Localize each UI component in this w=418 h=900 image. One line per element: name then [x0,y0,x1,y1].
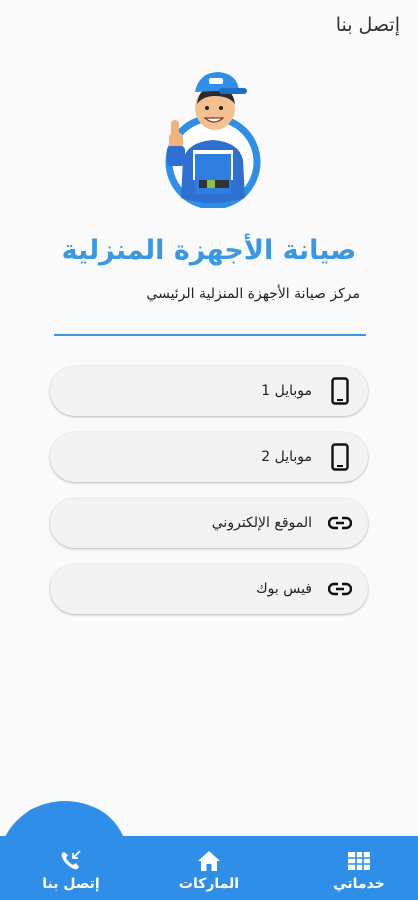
brand-name: صيانة الأجهزة المنزلية [61,235,357,266]
nav-label: خدماتي [333,876,385,892]
contact-label: موبايل 2 [261,449,312,465]
app-bar: إتصل بنا [0,0,418,56]
link-icon [326,509,354,537]
home-icon [197,850,221,872]
mobile-phone-icon [326,377,354,405]
contact-mobile-2[interactable]: موبايل 2 [50,432,368,482]
contact-mobile-1[interactable]: موبايل 1 [50,366,368,416]
technician-logo [159,68,267,210]
mobile-phone-icon [326,443,354,471]
brand-subtitle: مركز صيانة الأجهزة المنزلية الرئيسي [146,286,360,302]
link-icon [326,575,354,603]
divider [54,334,366,336]
contact-label: الموقع الإلكتروني [211,515,312,531]
nav-item-contact[interactable]: إتصل بنا [26,850,116,892]
nav-label: إتصل بنا [42,876,100,892]
phone-call-icon [59,850,83,872]
contact-label: فيس بوك [256,581,312,597]
nav-item-services[interactable]: خدماتي [314,850,404,892]
nav-label: الماركات [178,876,240,892]
bottom-nav: خدماتي الماركات إتصل بنا [0,801,418,900]
contact-facebook[interactable]: فيس بوك [50,564,368,614]
contact-label: موبايل 1 [261,383,312,399]
contact-website[interactable]: الموقع الإلكتروني [50,498,368,548]
grid-list-icon [347,850,371,872]
page-title: إتصل بنا [335,14,400,36]
nav-item-brands[interactable]: الماركات [164,850,254,892]
